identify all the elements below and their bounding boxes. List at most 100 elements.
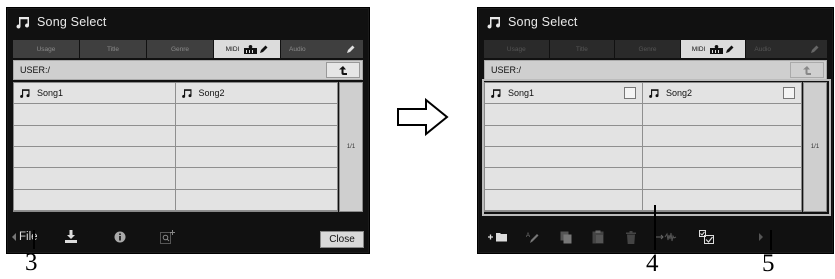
left-arrow-icon (12, 233, 16, 241)
list-item-empty (14, 168, 176, 190)
tab-title[interactable]: Title (80, 40, 146, 58)
list-item-empty (14, 147, 176, 169)
list-item-empty (643, 104, 801, 126)
save-button[interactable] (64, 230, 78, 244)
title-bar: Song Select (7, 8, 369, 36)
tab-audio[interactable]: Audio (281, 40, 363, 58)
folder-up-arrow-icon (339, 65, 347, 75)
list-item-empty (485, 168, 643, 190)
list-item-song2[interactable]: Song2 (175, 83, 337, 105)
new-folder-button[interactable] (488, 232, 508, 242)
search-icon (159, 230, 175, 244)
callout-line-5 (770, 230, 772, 250)
music-note-icon (487, 17, 501, 29)
tab-audio: Audio (746, 40, 827, 58)
list-item-empty (175, 147, 337, 169)
select-checkbox[interactable] (783, 87, 795, 99)
list-item-song2[interactable]: Song2 (643, 83, 801, 105)
folder-up-arrow-icon (803, 65, 811, 75)
copy-button[interactable] (560, 231, 572, 244)
right-arrow-icon (759, 233, 763, 241)
search-button[interactable] (159, 230, 176, 244)
category-tabs: Usage Title Genre MIDI Audio (13, 40, 363, 58)
tab-audio-label: Audio (289, 45, 306, 53)
list-item-empty (14, 125, 176, 147)
list-item-empty (14, 104, 176, 126)
pencil-icon (347, 45, 355, 53)
close-button[interactable]: Close (320, 231, 364, 248)
list-item-empty (485, 125, 643, 147)
info-icon (114, 231, 126, 243)
callout-number-5: 5 (762, 250, 775, 277)
paste-button[interactable] (592, 230, 604, 244)
tab-title: Title (549, 40, 615, 58)
current-path: USER:/ (20, 65, 51, 75)
tab-genre[interactable]: Genre (147, 40, 213, 58)
song-list: Song1 Song2 (13, 82, 338, 212)
list-item-empty (14, 189, 176, 211)
path-bar: USER:/ (484, 60, 827, 80)
tab-midi[interactable]: MIDI (214, 40, 280, 58)
path-bar: USER:/ (13, 60, 363, 80)
pencil-icon (726, 45, 734, 53)
list-item-empty (175, 168, 337, 190)
song-name: Song1 (37, 88, 64, 99)
select-checkbox[interactable] (624, 87, 636, 99)
copy-icon (560, 231, 572, 243)
song-select-screen-file-view: Song Select Usage Title Genre MIDI Audio… (6, 7, 370, 254)
title-bar: Song Select (478, 8, 833, 36)
keyboard-user-icon (710, 44, 724, 54)
svg-text:A: A (526, 233, 530, 239)
save-icon (64, 230, 77, 243)
transition-arrow-icon (397, 97, 449, 137)
music-note-icon (649, 89, 659, 99)
tab-midi-label: MIDI (225, 45, 240, 53)
scroll-right-button[interactable] (758, 233, 764, 241)
callout-number-4: 4 (646, 250, 659, 277)
list-item-empty (485, 189, 643, 211)
callout-number-3: 3 (25, 249, 38, 276)
song-name: Song2 (198, 88, 225, 99)
list-item-song1[interactable]: Song1 (485, 83, 643, 105)
tab-midi: MIDI (680, 40, 746, 58)
song-name: Song1 (508, 88, 535, 99)
move-button[interactable] (656, 232, 678, 242)
tab-usage: Usage (484, 40, 549, 58)
delete-button[interactable] (625, 230, 637, 244)
rename-button[interactable]: A (526, 231, 540, 244)
bottom-toolbar: File Close (7, 221, 369, 253)
music-note-icon (491, 89, 501, 99)
list-item-empty (485, 104, 643, 126)
tab-audio-label: Audio (754, 45, 771, 53)
song-list: Song1 Song2 (484, 82, 802, 212)
move-icon (656, 232, 677, 242)
info-button[interactable] (114, 231, 126, 243)
rename-icon: A (526, 233, 539, 243)
list-item-empty (175, 189, 337, 211)
list-item-empty (643, 125, 801, 147)
tab-usage[interactable]: Usage (13, 40, 79, 58)
keyboard-user-icon (244, 44, 258, 54)
list-item-empty (175, 125, 337, 147)
list-item-empty (175, 104, 337, 126)
delete-icon (626, 230, 636, 244)
screen-title: Song Select (37, 15, 107, 29)
folder-up-button[interactable] (326, 62, 360, 78)
screen-title: Song Select (508, 15, 578, 29)
pencil-icon (810, 45, 819, 53)
folder-up-button (790, 62, 824, 78)
callout-line-3 (33, 230, 35, 249)
list-item-empty (643, 168, 801, 190)
page-indicator[interactable]: 1/1 (339, 82, 363, 212)
category-tabs: Usage Title Genre MIDI Audio (484, 40, 827, 58)
list-item-song1[interactable]: Song1 (14, 83, 176, 105)
select-all-icon (699, 230, 714, 244)
page-indicator[interactable]: 1/1 (803, 82, 827, 212)
music-note-icon (181, 89, 192, 99)
list-item-empty (643, 189, 801, 211)
current-path: USER:/ (491, 65, 522, 75)
callout-line-4 (654, 205, 656, 250)
music-note-icon (20, 89, 30, 99)
pencil-icon (260, 45, 268, 53)
select-all-button[interactable] (699, 230, 715, 244)
